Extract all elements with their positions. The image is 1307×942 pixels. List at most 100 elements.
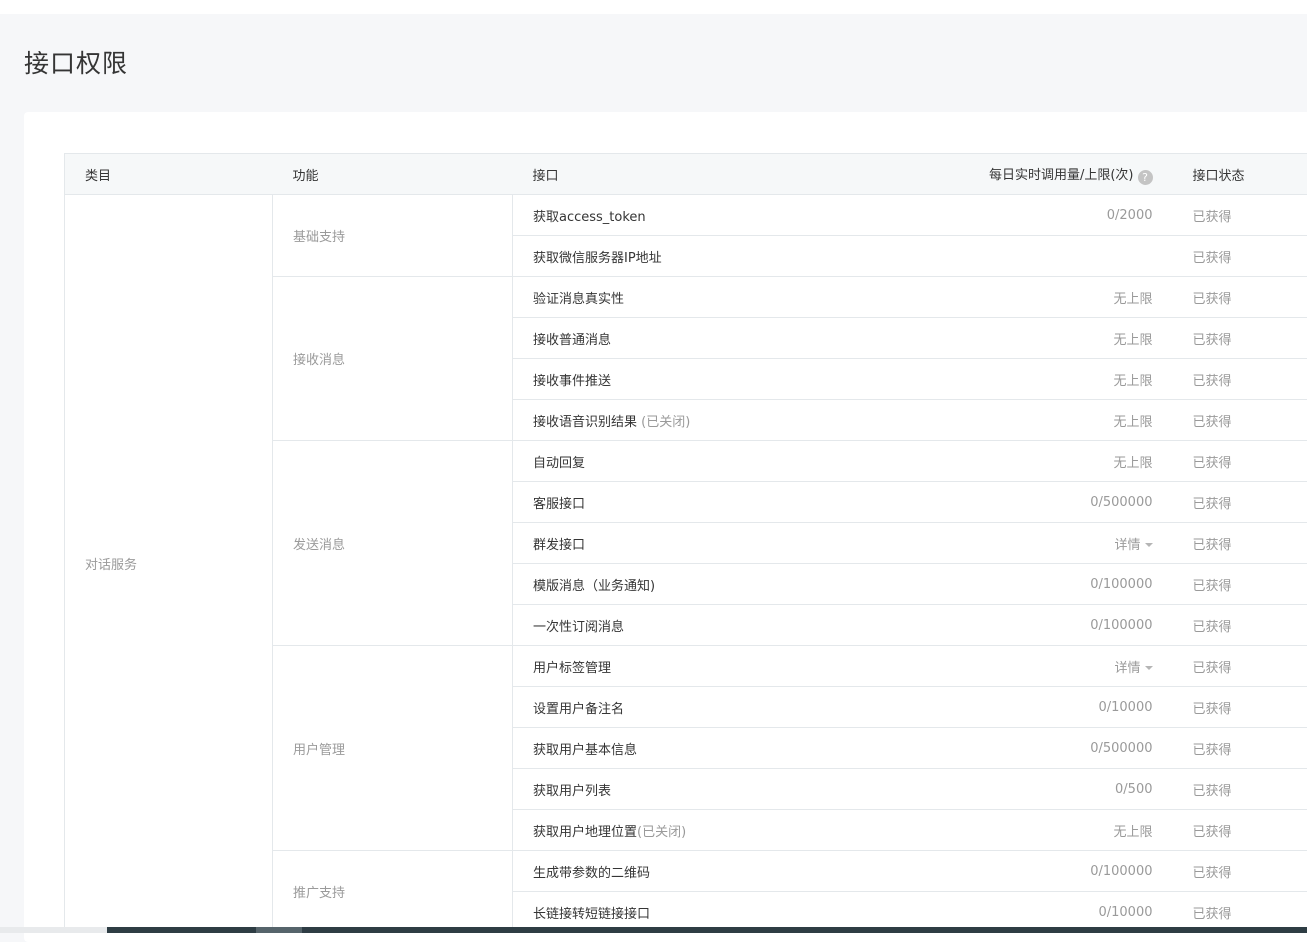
quota-value: 0/100000	[1090, 864, 1172, 879]
api-name-wrap: 长链接转短链接接口	[513, 903, 650, 922]
api-quota-cell: 接收普通消息 无上限	[513, 318, 1173, 359]
quota-value: 0/100000	[1090, 618, 1172, 633]
status-cell: 已获得	[1173, 277, 1307, 318]
header-api: 接口	[513, 165, 559, 184]
quota-detail-dropdown[interactable]: 详情	[1114, 657, 1172, 676]
api-name: 模版消息（业务通知)	[533, 579, 655, 594]
top-strip	[0, 0, 1307, 14]
quota-text: 0/2000	[1107, 208, 1153, 223]
api-name-wrap: 获取微信服务器IP地址	[513, 247, 662, 266]
api-quota-cell: 一次性订阅消息 0/100000	[513, 605, 1173, 646]
api-name-wrap: 接收语音识别结果 (已关闭)	[513, 411, 690, 430]
api-quota-cell: 获取access_token 0/2000	[513, 195, 1173, 236]
quota-text: 无上限	[1113, 333, 1152, 348]
api-name-wrap: 获取access_token	[513, 206, 646, 225]
quota-text: 无上限	[1113, 374, 1152, 389]
api-name: 客服接口	[533, 497, 585, 512]
api-name: 接收语音识别结果	[533, 415, 637, 430]
api-name-wrap: 群发接口	[513, 534, 585, 553]
quota-value: 无上限	[1113, 288, 1172, 307]
function-cell: 发送消息	[273, 441, 513, 646]
api-quota-cell: 客服接口 0/500000	[513, 482, 1173, 523]
status-cell: 已获得	[1173, 564, 1307, 605]
quota-value: 0/500	[1115, 782, 1172, 797]
status-cell: 已获得	[1173, 646, 1307, 687]
api-quota-cell: 生成带参数的二维码 0/100000	[513, 851, 1173, 892]
quota-text: 无上限	[1113, 415, 1152, 430]
api-name-wrap: 获取用户地理位置(已关闭)	[513, 821, 686, 840]
quota-value: 0/2000	[1107, 208, 1173, 223]
taskbar-segment	[0, 927, 107, 933]
caret-down-icon[interactable]	[1145, 543, 1153, 547]
status-cell: 已获得	[1173, 687, 1307, 728]
table-row: 对话服务基础支持获取access_token0/2000已获得	[65, 195, 1307, 236]
api-name: 获取用户地理位置	[533, 825, 637, 840]
quota-text: 0/100000	[1090, 618, 1152, 633]
status-cell: 已获得	[1173, 482, 1307, 523]
status-cell: 已获得	[1173, 523, 1307, 564]
table-body: 对话服务基础支持 获取access_token 0/2000 已获得 获取微信服务器IP…	[65, 195, 1307, 933]
header-category: 类目	[65, 154, 273, 195]
status-cell: 已获得	[1173, 236, 1307, 277]
status-cell: 已获得	[1173, 359, 1307, 400]
api-name: 接收普通消息	[533, 333, 611, 348]
api-name-wrap: 自动回复	[513, 452, 585, 471]
quota-value: 无上限	[1113, 329, 1172, 348]
status-cell: 已获得	[1173, 318, 1307, 359]
header-status: 接口状态	[1173, 154, 1307, 195]
api-name-wrap: 获取用户基本信息	[513, 739, 637, 758]
quota-text: 0/10000	[1098, 905, 1152, 920]
quota-value: 无上限	[1113, 452, 1172, 471]
quota-value: 0/10000	[1098, 700, 1172, 715]
api-name-wrap: 接收事件推送	[513, 370, 611, 389]
api-name: 生成带参数的二维码	[533, 866, 650, 881]
api-name: 获取access_token	[533, 210, 646, 225]
api-permissions-table: 类目 功能 接口 每日实时调用量/上限(次)? 接口状态 对话服务基础支持获取a…	[64, 153, 1307, 933]
status-cell: 已获得	[1173, 441, 1307, 482]
quota-value: 0/500000	[1090, 495, 1172, 510]
api-name: 验证消息真实性	[533, 292, 624, 307]
api-name: 接收事件推送	[533, 374, 611, 389]
api-name-wrap: 客服接口	[513, 493, 585, 512]
status-cell: 已获得	[1173, 810, 1307, 851]
api-quota-cell: 获取用户地理位置(已关闭) 无上限	[513, 810, 1173, 851]
api-name-wrap: 生成带参数的二维码	[513, 862, 650, 881]
function-cell: 基础支持	[273, 195, 513, 277]
api-name: 群发接口	[533, 538, 585, 553]
quota-text: 详情	[1114, 661, 1140, 676]
taskbar-segment	[256, 927, 302, 933]
quota-value: 无上限	[1113, 370, 1172, 389]
header-quota: 每日实时调用量/上限(次)	[989, 168, 1134, 183]
status-cell: 已获得	[1173, 769, 1307, 810]
api-name-wrap: 用户标签管理	[513, 657, 611, 676]
caret-down-icon[interactable]	[1145, 666, 1153, 670]
api-name-wrap: 获取用户列表	[513, 780, 611, 799]
api-name: 长链接转短链接接口	[533, 907, 650, 922]
api-quota-cell: 获取微信服务器IP地址	[513, 236, 1173, 277]
bottom-taskbar	[0, 927, 1307, 933]
api-quota-cell: 设置用户备注名0/10000	[513, 687, 1173, 728]
api-name: 获取微信服务器IP地址	[533, 251, 662, 266]
api-name: 获取用户列表	[533, 784, 611, 799]
quota-value: 无上限	[1113, 411, 1172, 430]
status-cell: 已获得	[1173, 400, 1307, 441]
api-quota-cell: 验证消息真实性 无上限	[513, 277, 1173, 318]
header-function: 功能	[273, 154, 513, 195]
function-cell: 推广支持	[273, 851, 513, 933]
quota-value: 0/10000	[1098, 905, 1172, 920]
quota-detail-dropdown[interactable]: 详情	[1114, 534, 1172, 553]
api-quota-cell: 接收事件推送 无上限	[513, 359, 1173, 400]
permissions-card: 类目 功能 接口 每日实时调用量/上限(次)? 接口状态 对话服务基础支持获取a…	[24, 112, 1307, 942]
quota-text: 0/500	[1115, 782, 1152, 797]
table-header-row: 类目 功能 接口 每日实时调用量/上限(次)? 接口状态	[65, 154, 1307, 195]
question-circle-icon[interactable]: ?	[1138, 170, 1153, 185]
api-name: 获取用户基本信息	[533, 743, 637, 758]
quota-text: 0/100000	[1090, 864, 1152, 879]
api-name-wrap: 一次性订阅消息	[513, 616, 624, 635]
quota-value: 无上限	[1113, 821, 1172, 840]
status-cell: 已获得	[1173, 605, 1307, 646]
status-cell: 已获得	[1173, 728, 1307, 769]
category-cell: 对话服务	[65, 195, 273, 933]
api-quota-cell: 模版消息（业务通知)0/100000	[513, 564, 1173, 605]
api-quota-cell: 自动回复 无上限	[513, 441, 1173, 482]
